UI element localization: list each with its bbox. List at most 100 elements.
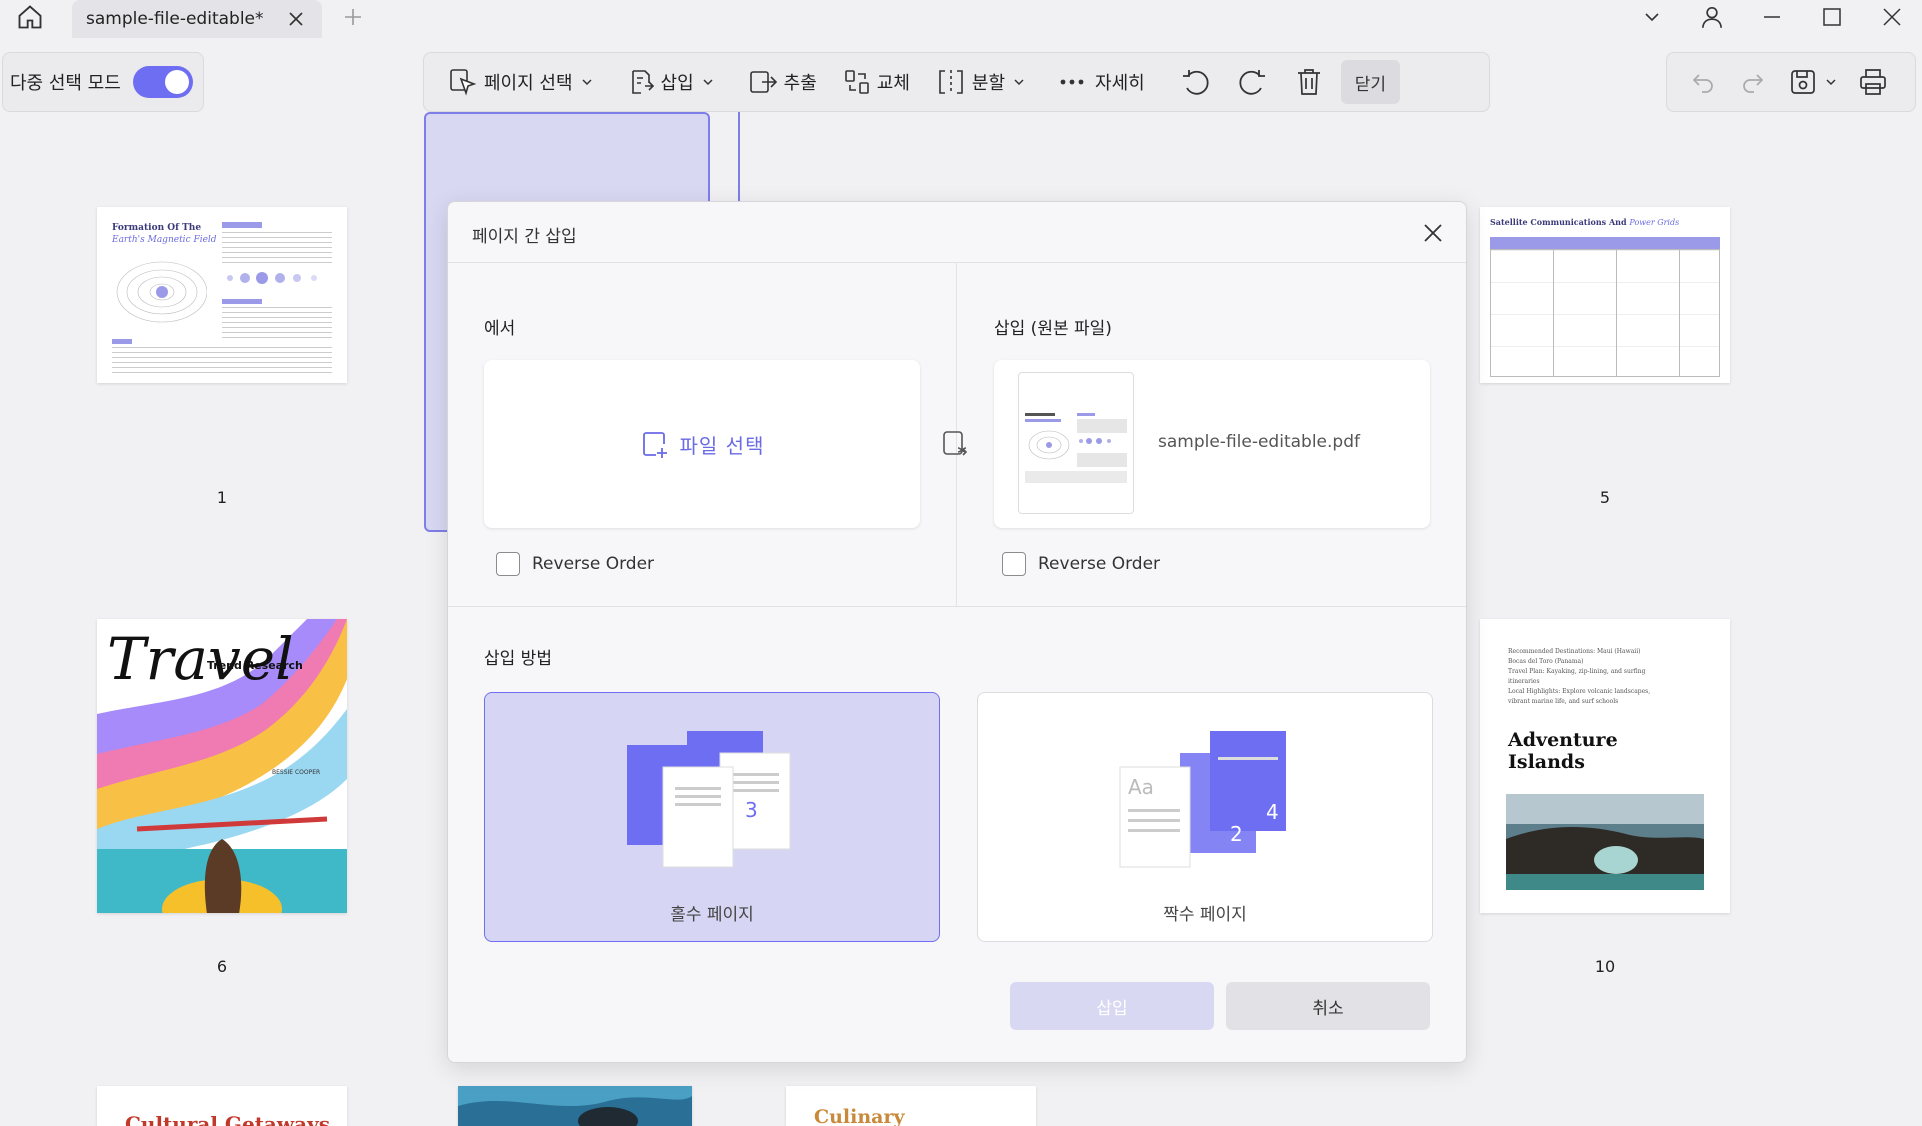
cursor-select-icon (450, 69, 477, 96)
page-thumbnail-10[interactable]: Recommended Destinations: Maui (Hawaii) … (1480, 619, 1730, 913)
island-photo (1506, 794, 1704, 890)
new-tab-icon[interactable] (340, 4, 366, 30)
page-thumbnail-6[interactable]: Travel Trend Research BESSIE COOPER (97, 619, 347, 913)
user-icon (1701, 6, 1723, 28)
extract-icon (749, 71, 777, 93)
page-1-text-block-3 (112, 347, 332, 373)
page-thumbnail-1[interactable]: Formation Of The Earth's Magnetic Field (97, 207, 347, 383)
page-1-heading-bar-2 (222, 299, 262, 304)
multi-select-toggle[interactable] (132, 66, 193, 98)
swap-files-icon[interactable] (941, 429, 971, 459)
minimize-button[interactable] (1742, 0, 1802, 34)
odd-page-1-num: 1 (685, 820, 698, 844)
odd-pages-label: 홀수 페이지 (670, 905, 754, 925)
page-1-dots (227, 272, 317, 284)
split-icon (939, 70, 963, 94)
home-button[interactable] (10, 0, 50, 34)
window-controls (1622, 0, 1922, 34)
target-file-thumbnail (1018, 372, 1134, 514)
maximize-button[interactable] (1802, 0, 1862, 34)
redo-icon (1743, 74, 1764, 93)
account-button[interactable] (1682, 0, 1742, 34)
insert-button[interactable]: 삽입 (617, 60, 724, 104)
page-thumbnail-11[interactable]: Cultural Getaways (97, 1086, 347, 1126)
chevron-down-icon (1826, 79, 1836, 86)
insert-between-pages-dialog: 페이지 간 삽입 에서 파일 선택 Reverse Order 삽입 (원본 파… (447, 201, 1467, 1063)
page-10-text-lines: Recommended Destinations: Maui (Hawaii) … (1508, 648, 1651, 705)
page-5-table-header (1490, 237, 1720, 249)
multi-select-mode: 다중 선택 모드 (2, 52, 204, 112)
page-1-text-block (222, 232, 332, 264)
page-5-table (1490, 249, 1720, 377)
chevron-down-icon (1645, 13, 1659, 22)
odd-pages-illustration: 3 1 (627, 731, 791, 868)
page-thumbnail-13[interactable]: Culinary (786, 1086, 1036, 1126)
insert-confirm-button[interactable]: 삽입 (1010, 982, 1214, 1030)
underwater-photo (458, 1086, 692, 1126)
even-page-4-num: 4 (1266, 800, 1279, 824)
even-aa-text: Aa (1128, 775, 1154, 799)
redo-button[interactable] (1731, 60, 1775, 104)
page-1-subtitle: Earth's Magnetic Field (112, 235, 217, 245)
file-actions-toolbar (1666, 52, 1916, 112)
tab-list-button[interactable] (1622, 0, 1682, 34)
page-1-title: Formation Of The (112, 223, 202, 233)
close-window-button[interactable] (1862, 0, 1922, 34)
reverse-order-right[interactable]: Reverse Order (1002, 552, 1160, 576)
page-select-button[interactable]: 페이지 선택 (438, 60, 603, 104)
even-page-2-num: 2 (1230, 822, 1243, 846)
extract-button[interactable]: 추출 (738, 60, 827, 104)
split-button[interactable]: 분할 (926, 60, 1035, 104)
target-file-name: sample-file-editable.pdf (1158, 432, 1360, 452)
more-dots-icon (1060, 79, 1084, 85)
page-thumbnail-12[interactable] (458, 1086, 692, 1126)
delete-button[interactable] (1285, 60, 1333, 104)
even-pages-option[interactable]: Aa 4 2 짝수 페이지 (977, 692, 1433, 942)
travel-author: BESSIE COOPER (272, 769, 321, 776)
multi-select-label: 다중 선택 모드 (10, 73, 121, 94)
close-toolbar-button[interactable]: 닫기 (1340, 60, 1400, 104)
undo-button[interactable] (1681, 60, 1725, 104)
rotate-left-icon (1182, 70, 1209, 95)
close-tab-icon[interactable] (286, 9, 306, 29)
even-pages-label: 짝수 페이지 (1163, 905, 1247, 925)
tab-title: sample-file-editable* (86, 9, 264, 29)
maximize-icon (1823, 8, 1841, 26)
undo-icon (1692, 74, 1713, 93)
printer-icon (1860, 69, 1886, 95)
rotate-right-button[interactable] (1227, 60, 1279, 104)
odd-pages-option[interactable]: 3 1 홀수 페이지 (484, 692, 940, 942)
page-number-5: 5 (1599, 488, 1611, 507)
trash-icon (1297, 69, 1320, 95)
page-number-1: 1 (216, 488, 228, 507)
page-number-10: 10 (1594, 957, 1616, 976)
page-thumbnail-5[interactable]: Satellite Communications And Power Grids (1480, 207, 1730, 383)
dialog-header-divider (448, 262, 1466, 263)
close-dialog-icon[interactable] (1420, 220, 1446, 246)
home-icon (18, 5, 42, 29)
file-select-button[interactable]: 파일 선택 (484, 360, 920, 528)
save-icon (1791, 70, 1815, 94)
reverse-order-left-checkbox[interactable] (496, 552, 520, 576)
more-button[interactable]: 자세히 (1049, 60, 1155, 104)
insert-method-label: 삽입 방법 (484, 649, 552, 669)
odd-page-3-num: 3 (745, 798, 758, 822)
reverse-order-right-checkbox[interactable] (1002, 552, 1026, 576)
save-button[interactable] (1781, 60, 1845, 104)
dialog-title: 페이지 간 삽입 (472, 227, 577, 247)
reverse-order-left[interactable]: Reverse Order (496, 552, 654, 576)
page-10-title: Adventure Islands (1508, 729, 1618, 773)
chevron-down-icon (1014, 79, 1024, 86)
rotate-left-button[interactable] (1169, 60, 1221, 104)
page-13-title: Culinary (814, 1106, 905, 1126)
file-select-label: 파일 선택 (679, 433, 765, 458)
replace-button[interactable]: 교체 (833, 60, 920, 104)
print-button[interactable] (1851, 60, 1895, 104)
add-file-icon (642, 432, 667, 458)
document-tab[interactable]: sample-file-editable* (72, 0, 322, 38)
close-icon (1883, 8, 1901, 26)
page-1-heading-bar-3 (112, 339, 132, 344)
page-1-text-block-2 (222, 307, 332, 339)
page-11-title: Cultural Getaways (125, 1112, 330, 1126)
cancel-button[interactable]: 취소 (1226, 982, 1430, 1030)
